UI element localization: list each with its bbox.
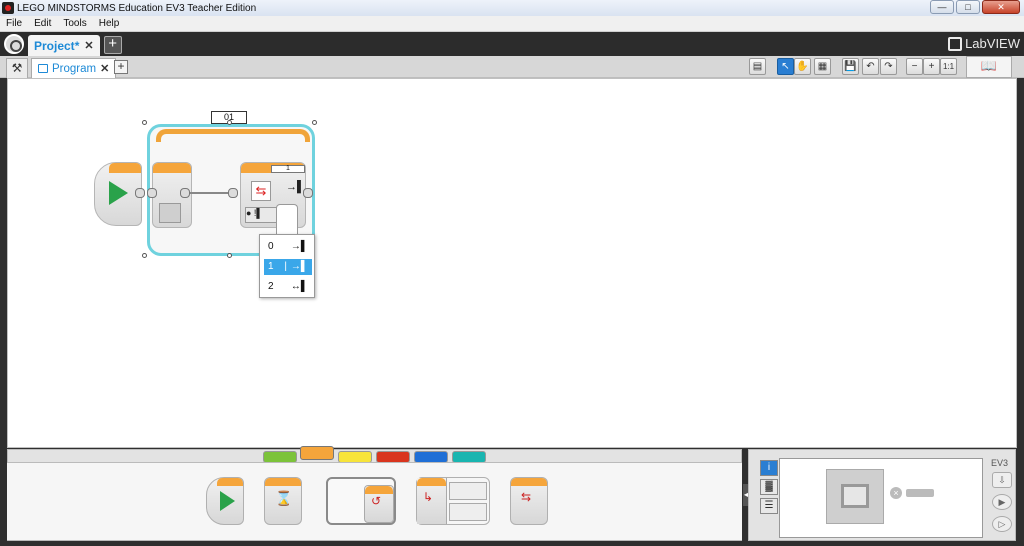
block-plug-out[interactable] <box>303 188 313 198</box>
loop-plug-out[interactable] <box>180 188 190 198</box>
add-project-button[interactable]: + <box>103 36 122 54</box>
switch-icon: ↳ <box>423 490 434 504</box>
palette-loop-block[interactable]: ↺ <box>326 477 396 525</box>
palette-loop-interrupt-block[interactable]: ⇆ <box>510 477 548 525</box>
window-title: LEGO MINDSTORMS Education EV3 Teacher Ed… <box>17 2 257 14</box>
zoom-reset-button[interactable]: 1:1 <box>940 58 957 75</box>
loop-start-header <box>153 163 191 173</box>
loop-icon: ↺ <box>371 494 382 508</box>
close-window-button[interactable]: ✕ <box>982 0 1020 14</box>
menu-bar: File Edit Tools Help <box>0 16 1024 32</box>
project-properties-icon[interactable]: ⚒ <box>6 58 28 78</box>
loop-interrupt-icon: ⇆ <box>521 490 532 504</box>
undo-button[interactable]: ↶ <box>862 58 879 75</box>
loop-header-bar <box>156 129 310 142</box>
menu-edit[interactable]: Edit <box>28 18 57 29</box>
menu-file[interactable]: File <box>0 18 28 29</box>
selection-handle[interactable] <box>142 253 147 258</box>
available-bricks-tab[interactable]: ☰ <box>760 498 778 514</box>
disconnected-icon: × <box>890 487 902 499</box>
comment-tool-button[interactable]: ▦ <box>814 58 831 75</box>
run-selected-icon[interactable]: ▷ <box>992 516 1012 532</box>
start-block-header <box>109 163 141 173</box>
labview-logo: LabVIEW <box>948 36 1020 51</box>
palette-start-block[interactable] <box>206 477 244 525</box>
palette-tab-flow[interactable] <box>300 446 334 460</box>
menu-tools[interactable]: Tools <box>57 18 92 29</box>
ev3-brick-image <box>826 469 884 524</box>
help-book-icon[interactable]: 📖 <box>966 56 1012 78</box>
redo-button[interactable]: ↷ <box>880 58 897 75</box>
close-project-icon[interactable]: ✕ <box>84 39 93 52</box>
program-tab-label: Program <box>52 62 97 75</box>
ev3-label: EV3 <box>991 458 1009 468</box>
block-value-field[interactable]: 1 <box>271 165 305 173</box>
dropdown-option[interactable]: 2 ↔▌ <box>264 279 312 295</box>
add-program-button[interactable]: + <box>114 60 128 74</box>
selection-handle[interactable] <box>312 120 317 125</box>
port-option-icon: ↔▌ <box>290 281 308 292</box>
port-view-tab[interactable]: ▓ <box>760 479 778 495</box>
mode-selector-icon[interactable]: ⇆ <box>251 181 271 201</box>
palette-switch-block[interactable]: ↳ <box>416 477 490 525</box>
project-bar: Project* ✕ + LabVIEW <box>0 32 1024 56</box>
dropdown-anchor <box>276 204 298 234</box>
modified-marker: * <box>74 38 80 53</box>
hourglass-icon: ⌛ <box>275 490 293 506</box>
window-controls: — □ ✕ <box>930 0 1020 14</box>
port-option-icon: →▌ <box>290 261 308 272</box>
play-icon <box>109 181 128 205</box>
zoom-out-button[interactable]: − <box>906 58 923 75</box>
block-plug-in[interactable] <box>228 188 238 198</box>
zoom-in-button[interactable]: + <box>923 58 940 75</box>
select-tool-button[interactable]: ↖ <box>777 58 794 75</box>
sequence-plug[interactable] <box>135 188 145 198</box>
selection-handle[interactable] <box>227 120 232 125</box>
port-icon: →▌ <box>286 181 305 193</box>
tab-program[interactable]: Program ✕ <box>31 58 117 78</box>
pan-tool-button[interactable]: ✋ <box>794 58 811 75</box>
settings-icon[interactable]: ● !▌ <box>245 207 279 223</box>
labview-icon <box>948 36 963 51</box>
port-option-icon: →▌ <box>290 241 308 252</box>
app-window: LEGO MINDSTORMS Education EV3 Teacher Ed… <box>0 0 1024 546</box>
dropdown-option[interactable]: 0 →▌ <box>264 239 312 255</box>
port-dropdown[interactable]: 0 →▌ 1 | →▌ 2 ↔▌ <box>259 234 315 298</box>
program-bar: ⚒ Program ✕ + ▤ ↖ ✋ ▦ 💾 ↶ ↷ − + 1:1 📖 <box>0 56 1024 78</box>
selection-handle[interactable] <box>227 253 232 258</box>
menu-help[interactable]: Help <box>93 18 126 29</box>
dropdown-option-selected[interactable]: 1 | →▌ <box>264 259 312 275</box>
download-and-run-icon[interactable]: ▶ <box>992 494 1012 510</box>
loop-plug-in[interactable] <box>147 188 157 198</box>
labview-brand: LabVIEW <box>965 36 1020 51</box>
maximize-button[interactable]: □ <box>956 0 980 14</box>
lobby-icon[interactable] <box>4 34 24 54</box>
tab-project[interactable]: Project* ✕ <box>28 35 100 56</box>
brick-screen-icon <box>841 484 869 508</box>
app-logo-icon <box>2 2 14 14</box>
title-bar: LEGO MINDSTORMS Education EV3 Teacher Ed… <box>0 0 1024 16</box>
brick-info-tab[interactable]: i <box>760 460 778 476</box>
loop-mode-icon[interactable] <box>159 203 181 223</box>
content-editor-button[interactable]: ▤ <box>749 58 766 75</box>
project-tab-label: Project <box>34 38 75 53</box>
program-icon <box>38 64 48 73</box>
selection-handle[interactable] <box>142 120 147 125</box>
download-icon[interactable]: ⇩ <box>992 472 1012 488</box>
minimize-button[interactable]: — <box>930 0 954 14</box>
sequence-wire <box>190 192 230 194</box>
usb-plug-icon <box>906 489 934 497</box>
selection-marker: | <box>284 261 287 272</box>
save-button[interactable]: 💾 <box>842 58 859 75</box>
play-icon <box>220 491 235 511</box>
close-program-icon[interactable]: ✕ <box>100 62 109 75</box>
palette-wait-block[interactable]: ⌛ <box>264 477 302 525</box>
